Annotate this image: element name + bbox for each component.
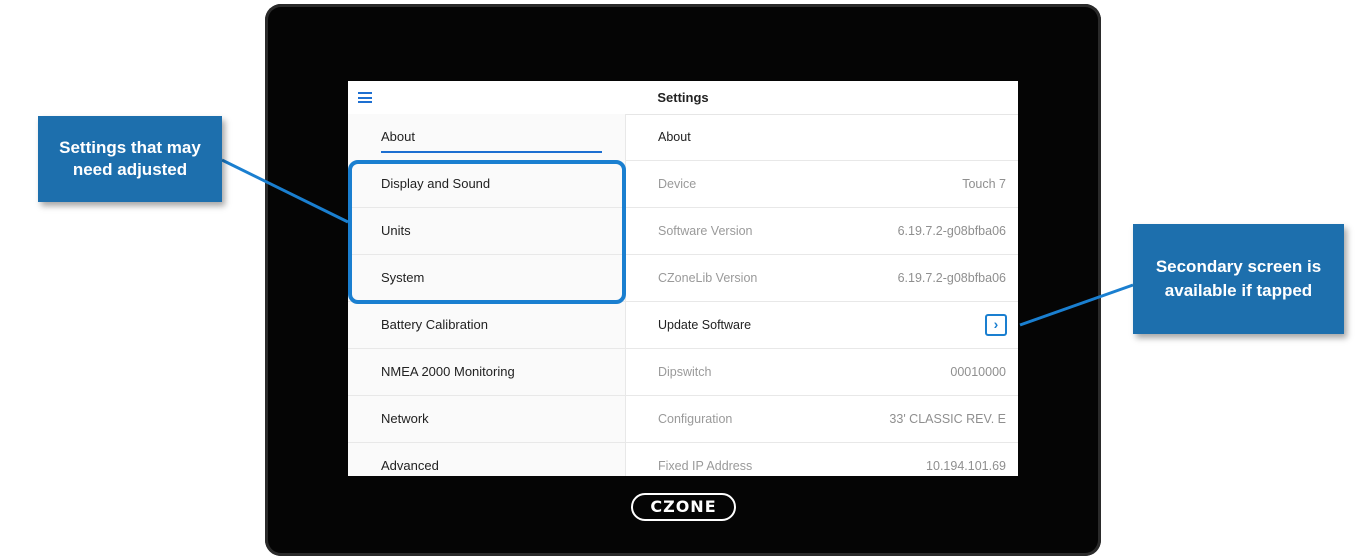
callout-left: Settings that may need adjusted	[38, 116, 222, 202]
callout-right: Secondary screen is available if tapped	[1133, 224, 1344, 334]
right-connector-line	[1019, 283, 1134, 327]
left-connector-line	[221, 158, 349, 224]
